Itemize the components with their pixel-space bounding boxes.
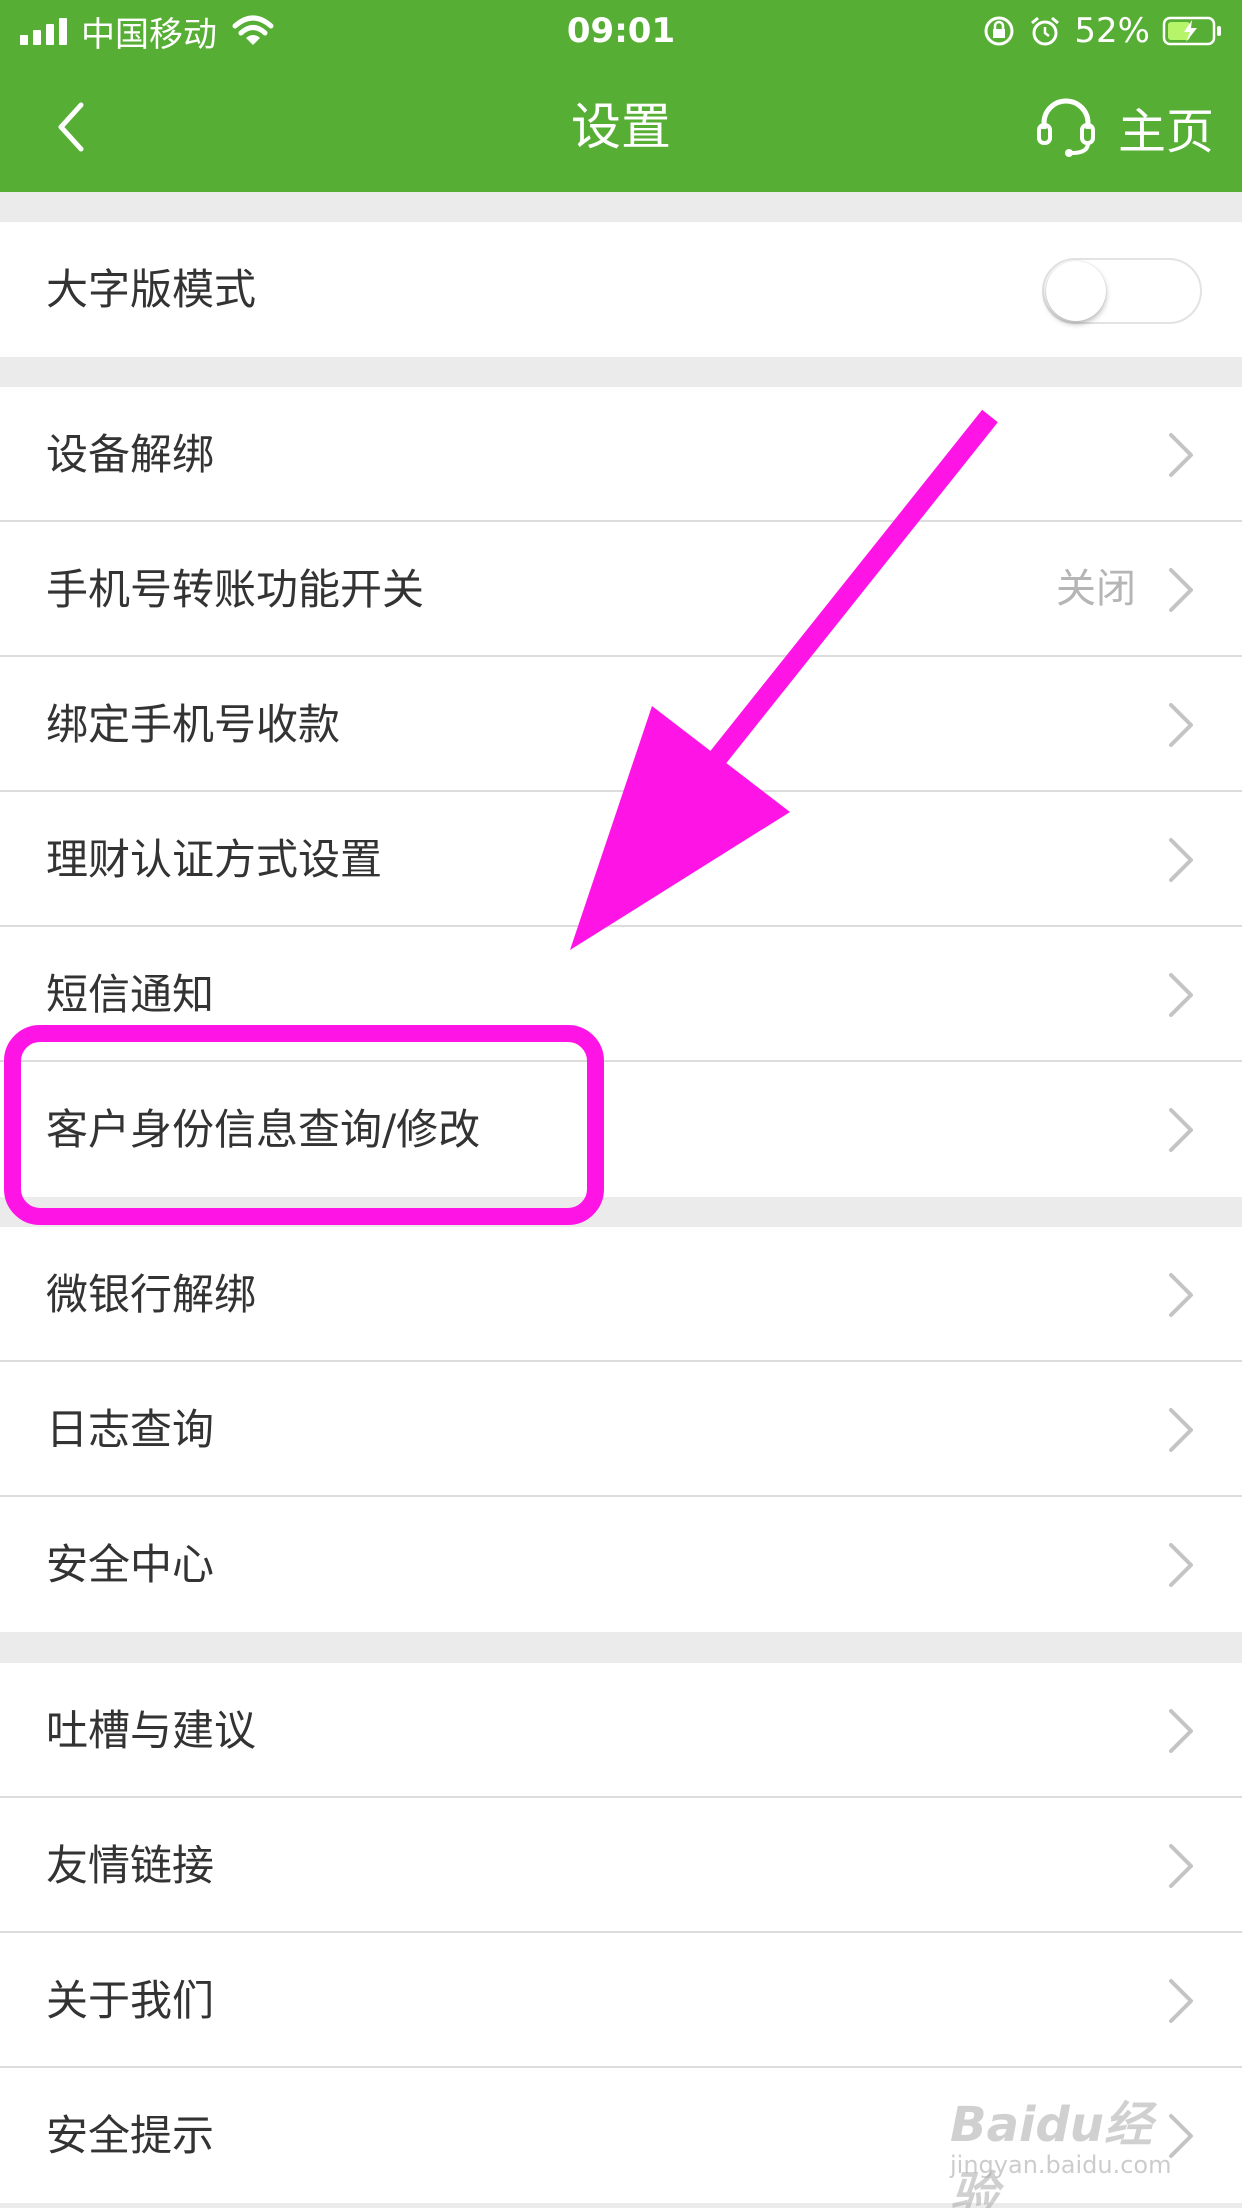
row-label: 关于我们 — [46, 1976, 215, 2025]
toggle-knob — [1046, 261, 1106, 321]
orientation-lock-icon — [984, 16, 1014, 46]
settings-row-wealth-auth[interactable]: 理财认证方式设置 — [0, 792, 1242, 927]
chevron-right-icon — [1169, 433, 1193, 477]
chevron-right-icon — [1169, 973, 1193, 1017]
settings-row-friend-links[interactable]: 友情链接 — [0, 1798, 1242, 1933]
settings-row-customer-identity[interactable]: 客户身份信息查询/修改 — [0, 1062, 1242, 1197]
row-label: 设备解绑 — [46, 430, 215, 479]
row-label: 大字版模式 — [46, 265, 257, 314]
back-button[interactable] — [40, 92, 100, 162]
section-about: 吐槽与建议 友情链接 关于我们 安全提示 — [0, 1663, 1242, 2203]
settings-row-large-font: 大字版模式 — [0, 222, 1242, 357]
chevron-right-icon — [1169, 703, 1193, 747]
battery-percent: 52% — [1074, 11, 1150, 51]
app-screen: 中国移动 09:01 52% 设置 主页 大字版模式 设备解绑 手机号转账功能开… — [0, 0, 1242, 2208]
row-label: 微银行解绑 — [46, 1270, 257, 1319]
chevron-right-icon — [1169, 838, 1193, 882]
row-label: 友情链接 — [46, 1841, 215, 1890]
battery-charging-icon — [1162, 16, 1221, 46]
settings-row-device-unbind[interactable]: 设备解绑 — [0, 387, 1242, 522]
section-account: 设备解绑 手机号转账功能开关 关闭 绑定手机号收款 理财认证方式设置 短信通知 … — [0, 387, 1242, 1197]
home-button[interactable]: 主页 — [1034, 87, 1214, 167]
back-chevron-icon — [58, 102, 84, 152]
settings-row-about-us[interactable]: 关于我们 — [0, 1933, 1242, 2068]
row-label: 手机号转账功能开关 — [46, 565, 425, 614]
row-label: 安全中心 — [46, 1540, 215, 1589]
settings-row-feedback[interactable]: 吐槽与建议 — [0, 1663, 1242, 1798]
headset-icon — [1036, 98, 1095, 157]
row-label: 客户身份信息查询/修改 — [46, 1105, 481, 1154]
row-label: 安全提示 — [46, 2111, 215, 2160]
section-security: 微银行解绑 日志查询 安全中心 — [0, 1227, 1242, 1632]
row-value: 关闭 — [1056, 566, 1136, 612]
alarm-icon — [1031, 16, 1060, 46]
chevron-right-icon — [1169, 1408, 1193, 1452]
row-label: 日志查询 — [46, 1405, 215, 1454]
chevron-right-icon — [1169, 1979, 1193, 2023]
row-label: 绑定手机号收款 — [46, 700, 341, 749]
settings-row-phone-transfer-switch[interactable]: 手机号转账功能开关 关闭 — [0, 522, 1242, 657]
row-label: 短信通知 — [46, 970, 215, 1019]
nav-bar: 设置 主页 — [0, 62, 1242, 192]
settings-row-bind-phone-receive[interactable]: 绑定手机号收款 — [0, 657, 1242, 792]
row-label: 吐槽与建议 — [46, 1706, 257, 1755]
home-label: 主页 — [1117, 104, 1214, 160]
wifi-icon — [232, 15, 274, 45]
large-font-toggle[interactable] — [1042, 258, 1202, 324]
status-bar: 中国移动 09:01 52% — [0, 0, 1242, 62]
chevron-right-icon — [1169, 1844, 1193, 1888]
settings-row-security-tips[interactable]: 安全提示 — [0, 2068, 1242, 2203]
settings-row-log-query[interactable]: 日志查询 — [0, 1362, 1242, 1497]
settings-row-wechat-bank-unbind[interactable]: 微银行解绑 — [0, 1227, 1242, 1362]
chevron-right-icon — [1169, 1709, 1193, 1753]
row-label: 理财认证方式设置 — [46, 835, 383, 884]
chevron-right-icon — [1169, 1108, 1193, 1152]
chevron-right-icon — [1169, 568, 1193, 612]
section-display: 大字版模式 — [0, 222, 1242, 357]
carrier-name: 中国移动 — [81, 14, 217, 55]
chevron-right-icon — [1169, 1273, 1193, 1317]
chevron-right-icon — [1169, 2114, 1193, 2158]
status-left: 中国移动 — [20, 8, 275, 55]
status-right: 52% — [982, 8, 1224, 54]
settings-row-security-center[interactable]: 安全中心 — [0, 1497, 1242, 1632]
chevron-right-icon — [1169, 1543, 1193, 1587]
signal-icon — [20, 17, 67, 45]
settings-row-sms-notice[interactable]: 短信通知 — [0, 927, 1242, 1062]
